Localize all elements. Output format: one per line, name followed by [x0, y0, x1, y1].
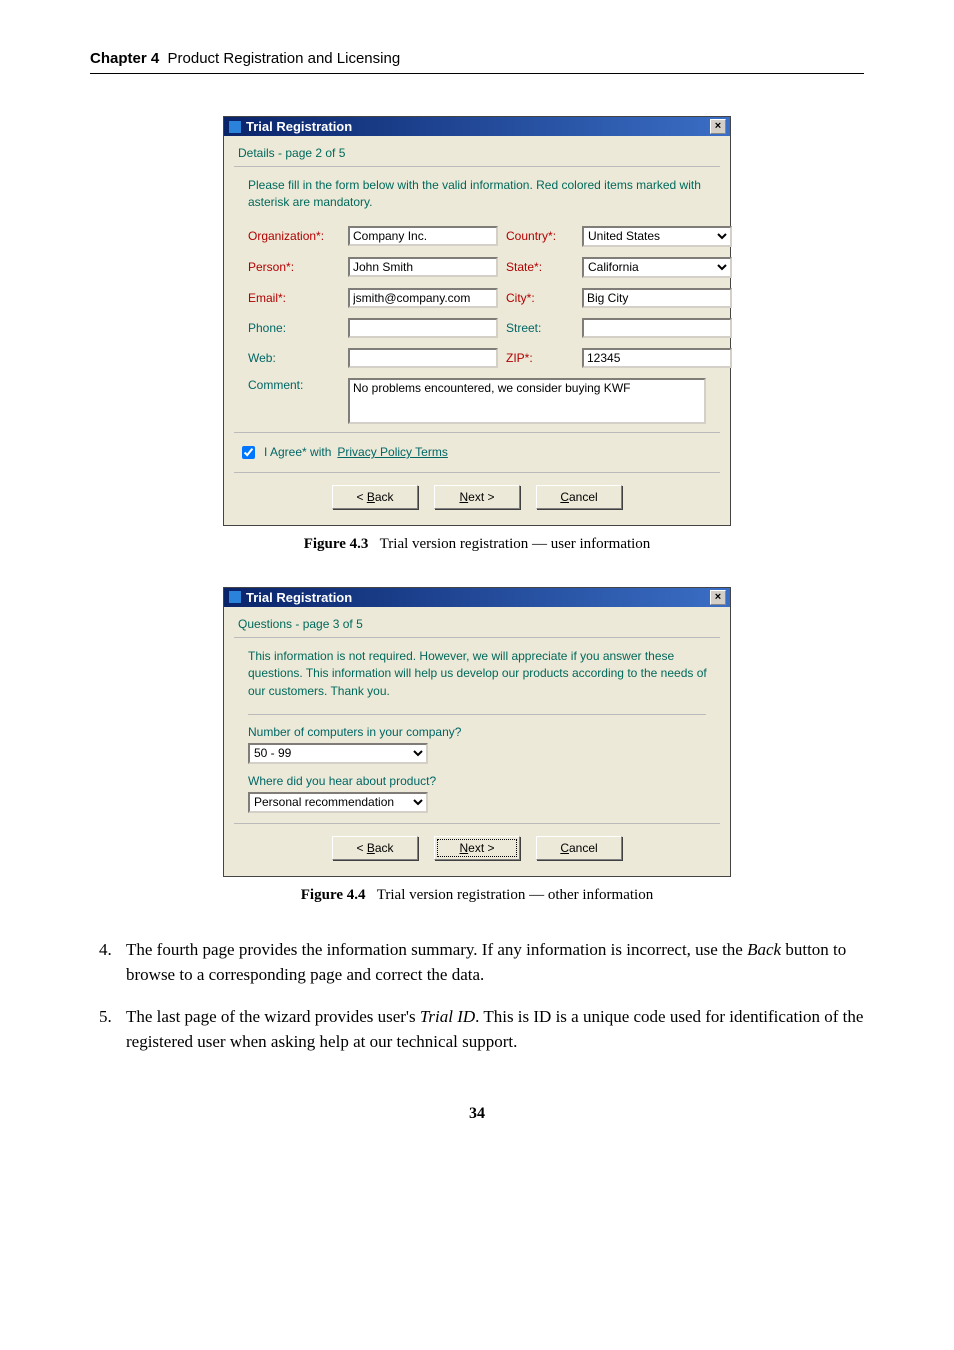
- country-label: Country*:: [506, 229, 574, 243]
- comment-textarea[interactable]: [348, 378, 706, 424]
- state-label: State*:: [506, 260, 574, 274]
- num-computers-label: Number of computers in your company?: [248, 725, 706, 739]
- privacy-policy-link[interactable]: Privacy Policy Terms: [337, 445, 447, 459]
- app-icon: [228, 120, 242, 134]
- figure-caption-1: Figure 4.3 Trial version registration — …: [90, 536, 864, 553]
- cancel-button[interactable]: Cancel: [536, 485, 622, 509]
- email-label: Email*:: [248, 291, 340, 305]
- hear-about-label: Where did you hear about product?: [248, 774, 706, 788]
- dialog-title: Trial Registration: [246, 119, 352, 134]
- city-input[interactable]: [582, 288, 732, 308]
- step-title: Questions - page 3 of 5: [238, 617, 720, 631]
- chapter-title: Product Registration and Licensing: [168, 50, 401, 67]
- phone-label: Phone:: [248, 321, 340, 335]
- web-label: Web:: [248, 351, 340, 365]
- close-icon[interactable]: ×: [710, 590, 726, 605]
- next-button[interactable]: Next >: [434, 836, 520, 860]
- dialog-title: Trial Registration: [246, 590, 352, 605]
- dialog-details: Trial Registration × Details - page 2 of…: [223, 116, 731, 526]
- page-number: 34: [90, 1105, 864, 1123]
- city-label: City*:: [506, 291, 574, 305]
- app-icon: [228, 590, 242, 604]
- instructions: This information is not required. Howeve…: [248, 648, 720, 700]
- comment-label: Comment:: [248, 378, 340, 392]
- agree-row: I Agree* with Privacy Policy Terms: [238, 443, 716, 462]
- person-label: Person*:: [248, 260, 340, 274]
- back-button[interactable]: < Back: [332, 485, 418, 509]
- dialog-questions: Trial Registration × Questions - page 3 …: [223, 587, 731, 877]
- country-select[interactable]: United States: [582, 226, 732, 247]
- street-label: Street:: [506, 321, 574, 335]
- titlebar: Trial Registration ×: [224, 588, 730, 607]
- street-input[interactable]: [582, 318, 732, 338]
- state-select[interactable]: California: [582, 257, 732, 278]
- agree-checkbox[interactable]: [242, 446, 255, 459]
- num-computers-select[interactable]: 50 - 99: [248, 743, 428, 764]
- back-button[interactable]: < Back: [332, 836, 418, 860]
- web-input[interactable]: [348, 348, 498, 368]
- back-emphasis: Back: [747, 940, 781, 959]
- close-icon[interactable]: ×: [710, 119, 726, 134]
- hear-about-select[interactable]: Personal recommendation: [248, 792, 428, 813]
- organization-label: Organization*:: [248, 229, 340, 243]
- cancel-button[interactable]: Cancel: [536, 836, 622, 860]
- agree-text: I Agree* with: [264, 445, 331, 459]
- trial-id-emphasis: Trial ID: [420, 1007, 475, 1026]
- phone-input[interactable]: [348, 318, 498, 338]
- zip-label: ZIP*:: [506, 351, 574, 365]
- instructions: Please fill in the form below with the v…: [248, 177, 720, 212]
- titlebar: Trial Registration ×: [224, 117, 730, 136]
- next-button[interactable]: Next >: [434, 485, 520, 509]
- chapter-prefix: Chapter 4: [90, 50, 159, 67]
- email-input[interactable]: [348, 288, 498, 308]
- organization-input[interactable]: [348, 226, 498, 246]
- chapter-header: Chapter 4 Product Registration and Licen…: [90, 50, 864, 74]
- figure-caption-2: Figure 4.4 Trial version registration — …: [90, 887, 864, 904]
- list-item-5: The last page of the wizard provides use…: [116, 1005, 864, 1054]
- zip-input[interactable]: [582, 348, 732, 368]
- step-title: Details - page 2 of 5: [238, 146, 720, 160]
- list-item-4: The fourth page provides the information…: [116, 938, 864, 987]
- person-input[interactable]: [348, 257, 498, 277]
